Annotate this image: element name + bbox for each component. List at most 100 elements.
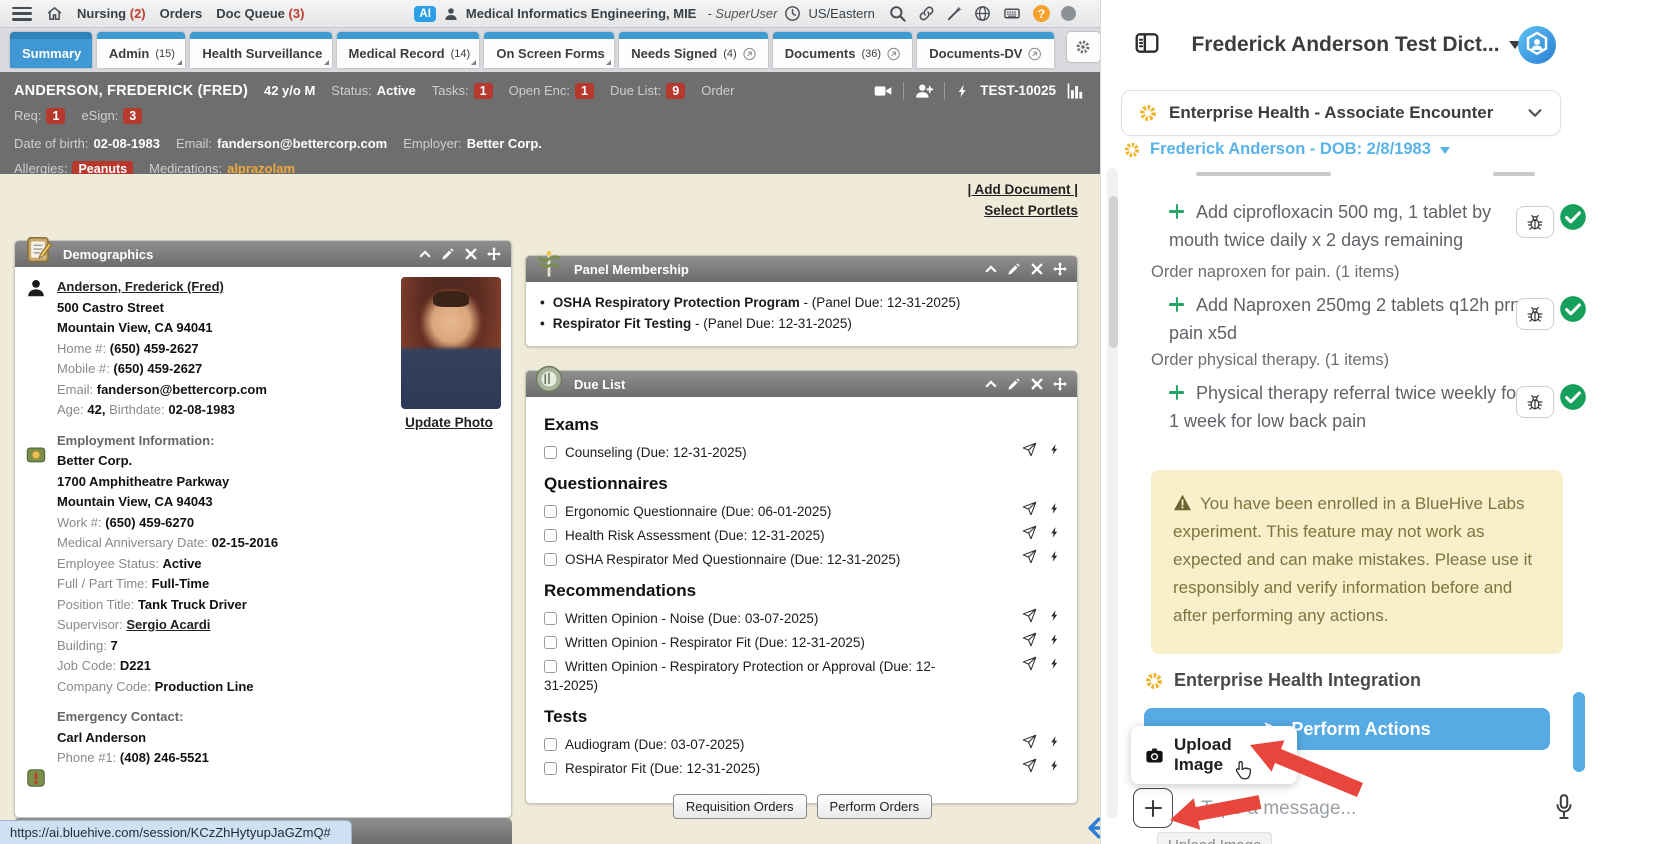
collapse-icon[interactable] [984,262,998,276]
chat-scrollbar-thumb[interactable] [1109,196,1118,348]
help-icon[interactable]: ? [1033,5,1050,22]
tab-needs-signed[interactable]: Needs Signed(4) [619,32,767,68]
message-input[interactable] [1201,794,1531,824]
due-item-checkbox[interactable] [544,529,557,542]
due-item-checkbox[interactable] [544,738,557,751]
perform-orders-button[interactable]: Perform Orders [817,794,933,819]
send-order-icon[interactable] [1022,442,1037,457]
panel-scrollbar-thumb[interactable] [1573,692,1585,772]
session-title-dropdown[interactable]: Frederick Anderson Test Dict... [1171,30,1541,60]
debug-button[interactable] [1516,298,1554,330]
add-document-link[interactable]: | Add Document | [967,182,1078,197]
send-order-icon[interactable] [1022,501,1037,516]
edit-icon[interactable] [1007,262,1021,276]
chart-id[interactable]: TEST-10025 [980,83,1056,98]
menu-icon[interactable] [12,7,32,21]
timezone[interactable]: US/Eastern [808,6,874,21]
tab-on-screen-forms[interactable]: On Screen Forms [484,32,614,68]
send-order-icon[interactable] [1022,656,1037,671]
due-item-checkbox[interactable] [544,505,557,518]
due-section-heading: Recommendations [544,581,1061,601]
send-order-icon[interactable] [1022,549,1037,564]
due-item-checkbox[interactable] [544,612,557,625]
microphone-icon[interactable] [1553,793,1575,821]
perform-now-icon[interactable] [1048,525,1061,540]
supervisor-link[interactable]: Sergio Acardi [126,617,210,632]
globe-icon[interactable] [974,5,991,22]
tab-health-surveillance[interactable]: Health Surveillance [190,32,331,68]
nav-orders[interactable]: Orders [160,6,203,21]
patient-name-link[interactable]: Anderson, Frederick (Fred) [57,279,224,294]
edit-icon[interactable] [1007,377,1021,391]
home-icon[interactable] [46,5,63,22]
send-order-icon[interactable] [1022,758,1037,773]
due-item-checkbox[interactable] [544,636,557,649]
tab-summary[interactable]: Summary [10,32,92,68]
video-call-icon[interactable] [873,81,893,101]
perform-now-icon[interactable] [1048,442,1061,457]
keyboard-icon[interactable] [1002,5,1022,22]
close-icon[interactable] [1030,377,1044,391]
open-enc-badge[interactable]: 1 [575,83,594,99]
due-item-checkbox[interactable] [544,660,557,673]
link-icon[interactable] [918,5,935,22]
attach-button[interactable] [1133,788,1173,828]
move-icon[interactable] [487,247,501,261]
send-order-icon[interactable] [1022,734,1037,749]
perform-now-icon[interactable] [1048,549,1061,564]
tasks-count-badge[interactable]: 1 [474,83,493,99]
move-icon[interactable] [1053,377,1067,391]
tab-medical-record[interactable]: Medical Record(14) [337,32,480,68]
org-name[interactable]: Medical Informatics Engineering, MIE [466,6,696,21]
perform-now-icon[interactable] [1048,758,1061,773]
external-link-icon[interactable] [887,46,900,62]
due-item-checkbox[interactable] [544,762,557,775]
tab-documents[interactable]: Documents(36) [773,32,913,68]
wand-icon[interactable] [946,5,963,22]
perform-now-icon[interactable] [1048,501,1061,516]
select-portlets-link[interactable]: Select Portlets [967,203,1078,218]
due-item-checkbox[interactable] [544,553,557,566]
nav-nursing[interactable]: Nursing (2) [77,6,146,21]
edit-icon[interactable] [441,247,455,261]
update-photo-link[interactable]: Update Photo [401,415,497,430]
external-link-icon[interactable] [1028,46,1041,62]
due-item-row: Counseling (Due: 12-31-2025) [544,440,1061,464]
send-order-icon[interactable] [1022,608,1037,623]
tab-admin[interactable]: Admin(15) [97,32,185,68]
chart-stats-icon[interactable] [1066,81,1086,101]
req-badge[interactable]: 1 [46,108,65,124]
send-order-icon[interactable] [1022,632,1037,647]
order-link[interactable]: Order [701,83,734,98]
context-selector[interactable]: Enterprise Health - Associate Encounter [1121,90,1561,136]
move-icon[interactable] [1053,262,1067,276]
perform-now-icon[interactable] [1048,632,1061,647]
bolt-icon[interactable] [955,81,970,101]
due-list-badge[interactable]: 9 [666,83,685,99]
close-icon[interactable] [1030,262,1044,276]
external-link-icon[interactable] [743,46,756,62]
perform-now-icon[interactable] [1048,608,1061,623]
patient-name[interactable]: ANDERSON, FREDERICK (FRED) [14,83,248,99]
tab-settings-button[interactable] [1067,32,1100,62]
send-order-icon[interactable] [1022,525,1037,540]
chevron-down-icon[interactable] [1526,104,1544,122]
birthdate-value: 02-08-1983 [168,402,235,417]
collapse-icon[interactable] [984,377,998,391]
nav-doc-queue[interactable]: Doc Queue (3) [216,6,304,21]
patient-context-link[interactable]: Frederick Anderson - DOB: 2/8/1983 [1123,140,1450,159]
debug-button[interactable] [1516,206,1554,238]
requisition-orders-button[interactable]: Requisition Orders [673,794,807,819]
close-icon[interactable] [464,247,478,261]
perform-now-icon[interactable] [1048,656,1061,671]
tab-documents-dv[interactable]: Documents-DV [917,32,1054,68]
sidebar-toggle-icon[interactable] [1134,30,1160,56]
search-icon[interactable] [888,4,907,23]
collapse-icon[interactable] [418,247,432,261]
debug-button[interactable] [1516,386,1554,418]
perform-now-icon[interactable] [1048,734,1061,749]
due-item-checkbox[interactable] [544,446,557,459]
esign-badge[interactable]: 3 [123,108,142,124]
upload-image-menu-item[interactable]: Upload Image [1131,726,1297,784]
add-person-icon[interactable] [914,81,934,101]
